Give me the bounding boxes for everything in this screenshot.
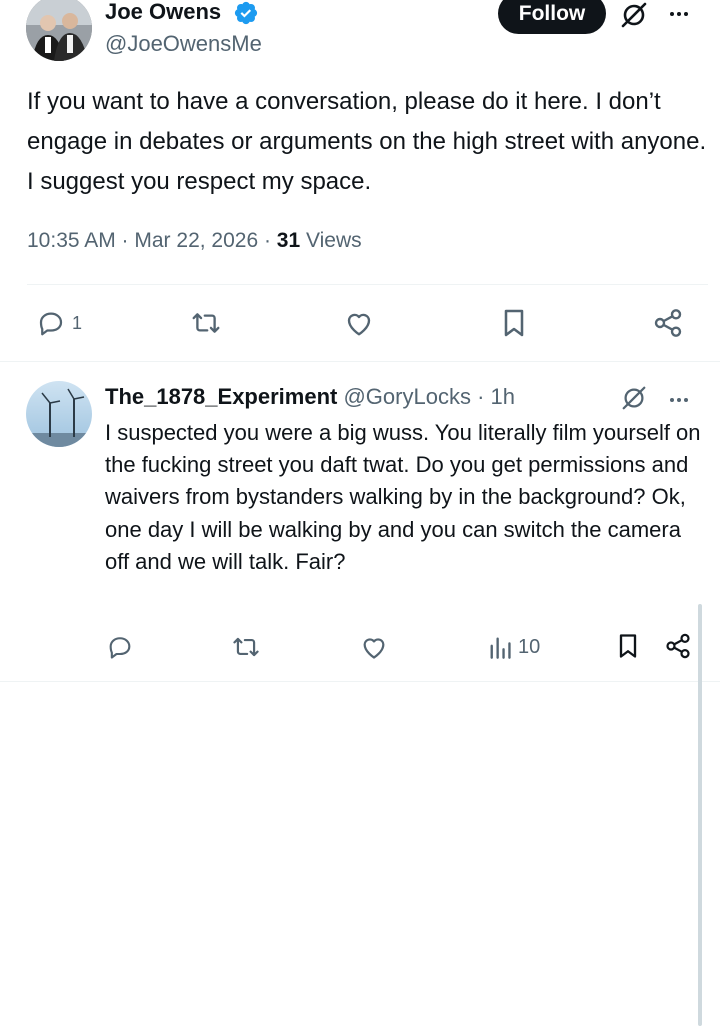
- views-button[interactable]: 10: [488, 634, 540, 660]
- bookmark-button[interactable]: [500, 307, 528, 339]
- heart-icon: [344, 309, 374, 337]
- reply-header: The_1878_Experiment @GoryLocks · 1h: [105, 382, 515, 412]
- views-count: 31: [276, 229, 301, 252]
- follow-button[interactable]: Follow: [498, 0, 606, 34]
- repost-button[interactable]: [231, 633, 261, 661]
- tweet-text: If you want to have a conversation, plea…: [27, 88, 707, 195]
- scrollbar[interactable]: [698, 604, 702, 1026]
- bookmark-button[interactable]: [616, 632, 640, 660]
- like-button[interactable]: [344, 309, 374, 337]
- grok-icon[interactable]: [620, 384, 648, 412]
- divider: [27, 284, 708, 285]
- separator: ·: [470, 384, 491, 409]
- share-icon: [664, 632, 692, 660]
- avatar[interactable]: [26, 0, 92, 61]
- tweet-timestamp[interactable]: 10:35 AM · Mar 22, 2026 ·: [27, 229, 277, 252]
- divider: [0, 361, 720, 362]
- reply-avatar[interactable]: [26, 381, 92, 447]
- analytics-icon: [488, 634, 512, 660]
- views-label: Views: [300, 229, 362, 252]
- more-options-icon[interactable]: [667, 2, 691, 26]
- tweet-meta: 10:35 AM · Mar 22, 2026 · 31 Views: [27, 226, 362, 256]
- share-button[interactable]: [664, 632, 692, 660]
- author-handle[interactable]: @JoeOwensMe: [105, 30, 262, 58]
- grok-icon[interactable]: [619, 0, 649, 30]
- repost-icon: [190, 308, 222, 338]
- reply-time[interactable]: 1h: [491, 384, 515, 409]
- author-name[interactable]: Joe Owens: [105, 0, 221, 26]
- share-icon: [652, 307, 684, 339]
- reply-icon: [106, 633, 134, 661]
- bookmark-icon: [616, 632, 640, 660]
- reply-views-count: 10: [518, 635, 541, 658]
- verified-badge-icon: [233, 0, 259, 26]
- repost-icon: [231, 633, 261, 661]
- like-button[interactable]: [360, 634, 388, 660]
- more-options-icon[interactable]: [667, 388, 691, 412]
- heart-icon: [360, 634, 388, 660]
- reply-button[interactable]: [106, 633, 134, 661]
- reply-icon: [36, 308, 66, 338]
- share-button[interactable]: [652, 307, 684, 339]
- bookmark-icon: [500, 307, 528, 339]
- reply-count: 1: [72, 312, 83, 333]
- divider: [0, 681, 720, 682]
- reply-text: I suspected you were a big wuss. You lit…: [105, 420, 701, 574]
- reply-author-handle[interactable]: @GoryLocks: [343, 384, 470, 409]
- reply-author-name[interactable]: The_1878_Experiment: [105, 384, 337, 409]
- repost-button[interactable]: [190, 308, 222, 338]
- reply-button[interactable]: 1: [36, 308, 82, 338]
